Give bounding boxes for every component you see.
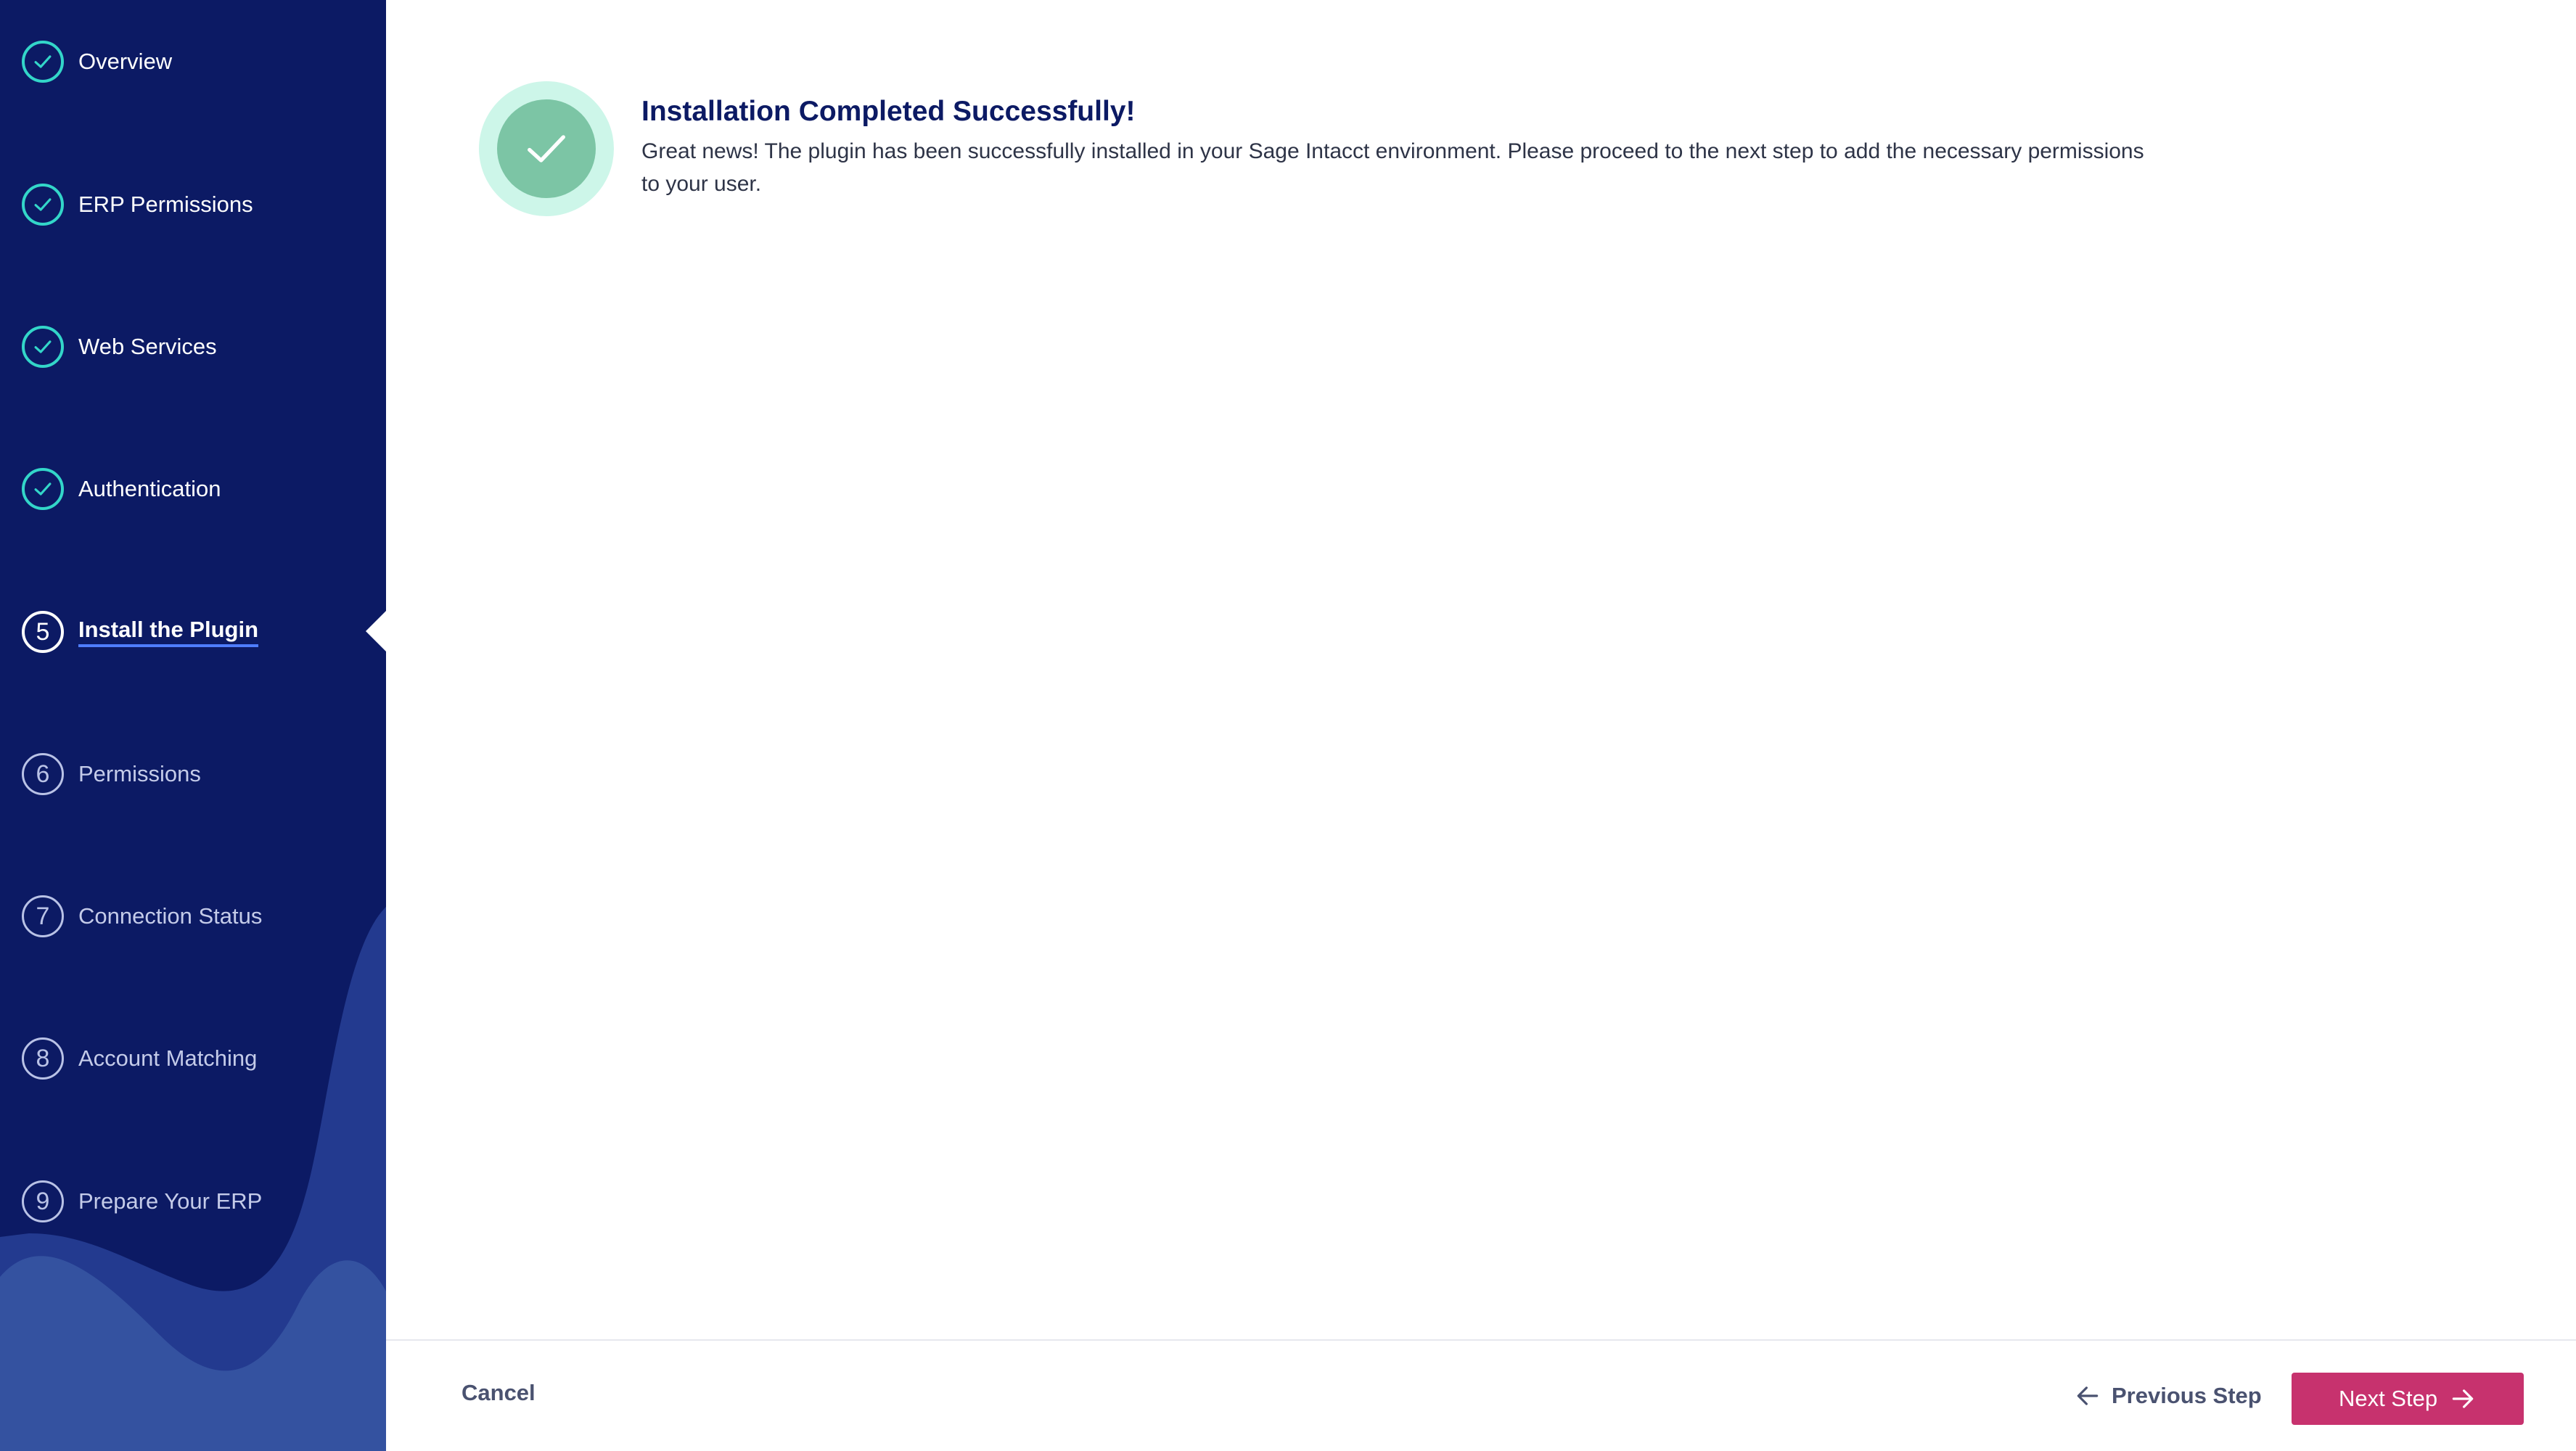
step-complete-check-icon [22,468,64,510]
sidebar-step-connection-status[interactable]: 7 Connection Status [22,895,370,938]
sidebar-step-permissions[interactable]: 6 Permissions [22,752,370,796]
wizard-sidebar: Overview ERP Permissions Web Services Au… [0,0,386,1451]
next-step-label: Next Step [2338,1386,2438,1411]
step-number: 5 [22,611,64,653]
active-step-pointer [366,611,386,651]
step-complete-check-icon [22,41,64,83]
cancel-button[interactable]: Cancel [462,1380,536,1406]
main-content: Installation Completed Successfully! Gre… [386,0,2576,1451]
previous-step-label: Previous Step [2112,1383,2262,1408]
success-title: Installation Completed Successfully! [641,96,1136,127]
sidebar-step-erp-permissions[interactable]: ERP Permissions [22,183,370,226]
sidebar-step-label: Prepare Your ERP [78,1188,263,1214]
success-badge [479,81,614,216]
step-complete-check-icon [22,326,64,368]
sidebar-step-label: Account Matching [78,1045,258,1071]
sidebar-step-install-plugin[interactable]: 5 Install the Plugin [22,610,370,654]
sidebar-step-label: Authentication [78,476,221,501]
arrow-right-icon [2452,1389,2474,1408]
wizard-footer: Cancel Previous Step Next Step [386,1339,2576,1451]
sidebar-step-authentication[interactable]: Authentication [22,467,370,511]
sidebar-step-account-matching[interactable]: 8 Account Matching [22,1037,370,1080]
sidebar-step-label: Permissions [78,761,201,786]
success-message: Great news! The plugin has been successf… [641,139,2144,196]
step-number: 6 [22,753,64,795]
sidebar-step-label: Overview [78,49,173,74]
check-icon [497,99,596,198]
sidebar-step-label: ERP Permissions [78,192,253,217]
next-step-button[interactable]: Next Step [2292,1373,2524,1425]
step-number: 8 [22,1037,64,1080]
previous-step-button[interactable]: Previous Step [2074,1374,2262,1418]
sidebar-step-label: Connection Status [78,903,263,929]
sidebar-step-web-services[interactable]: Web Services [22,325,370,369]
sidebar-step-overview[interactable]: Overview [22,40,370,83]
step-number: 9 [22,1180,64,1222]
step-complete-check-icon [22,184,64,226]
sidebar-step-prepare-erp[interactable]: 9 Prepare Your ERP [22,1180,370,1223]
sidebar-step-label: Web Services [78,334,217,359]
arrow-left-icon [2077,1386,2099,1405]
step-number: 7 [22,895,64,937]
sidebar-step-label: Install the Plugin [78,617,259,647]
